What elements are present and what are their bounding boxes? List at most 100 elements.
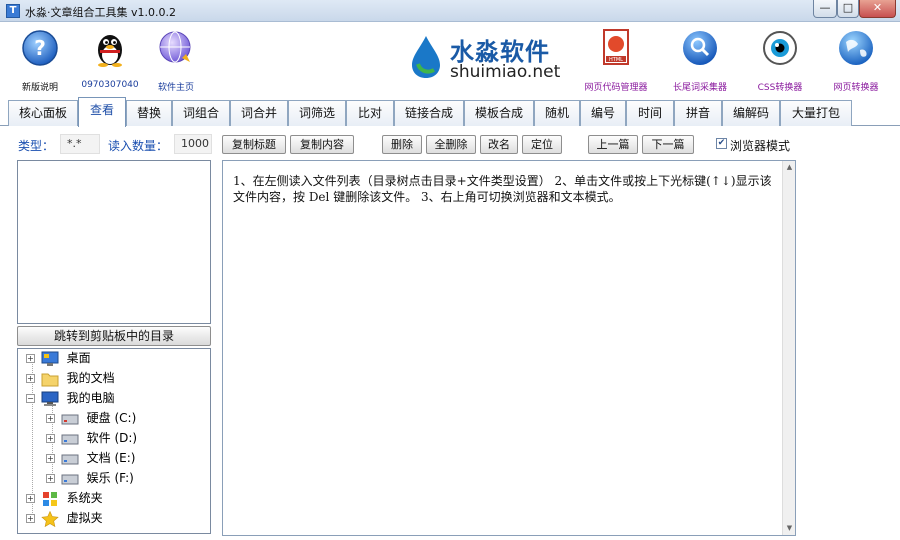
release-notes-tool[interactable]: ? 新版说明 [0, 28, 80, 93]
release-notes-label: 新版说明 [21, 83, 58, 93]
svg-text:?: ? [34, 36, 46, 60]
file-list[interactable] [17, 160, 211, 324]
tree-label: 我的文档 [66, 371, 115, 385]
tab-bulk-package[interactable]: 大量打包 [780, 100, 852, 126]
qq-penguin-icon [98, 35, 122, 67]
web-converter-tool[interactable]: 网页转换器 [816, 28, 896, 93]
drive-c-icon [61, 414, 79, 424]
jump-to-clipboard-dir-button[interactable]: 跳转到剪贴板中的目录 [17, 326, 211, 346]
close-button[interactable]: ✕ [859, 0, 896, 18]
tree-node-desktop[interactable]: + 桌面 [26, 349, 91, 367]
css-converter-label: CSS转换器 [757, 83, 803, 93]
html-manager-tool[interactable]: HTML 网页代码管理器 [576, 28, 656, 93]
svg-text:HTML: HTML [609, 57, 623, 63]
toolbar: ? 新版说明 0970307040 软件主页 水淼软件 shuimiao.net… [0, 22, 900, 96]
expand-icon[interactable]: + [46, 434, 55, 443]
scroll-down-icon[interactable]: ▼ [783, 522, 796, 535]
tab-bar: 核心面板 查看 替换 词组合 词合并 词筛选 比对 链接合成 模板合成 随机 编… [0, 96, 900, 127]
instructions-text: 1、在左侧读入文件列表（目录树点击目录+文件类型设置） 2、单击文件或按上下光标… [233, 174, 772, 204]
tab-replace[interactable]: 替换 [126, 100, 172, 126]
tab-word-combine[interactable]: 词组合 [172, 100, 230, 126]
longtail-collector-tool[interactable]: 长尾词采集器 [660, 28, 740, 93]
tree-node-drive-d[interactable]: + 软件 (D:) [46, 429, 137, 447]
title-bar: T 水淼·文章组合工具集 v1.0.0.2 — □ ✕ [0, 0, 900, 22]
expand-icon[interactable]: + [46, 474, 55, 483]
copy-title-button[interactable]: 复制标题 [222, 135, 286, 154]
expand-icon[interactable]: + [46, 414, 55, 423]
content-viewer[interactable]: 1、在左侧读入文件列表（目录树点击目录+文件类型设置） 2、单击文件或按上下光标… [222, 160, 796, 536]
folder-icon [41, 373, 59, 386]
tab-encode-decode[interactable]: 编解码 [722, 100, 780, 126]
desktop-icon [41, 351, 59, 366]
read-count-field[interactable]: 1000 [174, 134, 212, 154]
delete-button[interactable]: 删除 [382, 135, 422, 154]
tab-word-filter[interactable]: 词筛选 [288, 100, 346, 126]
tab-link-synthesis[interactable]: 链接合成 [394, 100, 464, 126]
tree-label: 软件 (D:) [86, 431, 138, 445]
app-icon: T [6, 4, 20, 18]
tab-numbering[interactable]: 编号 [580, 100, 626, 126]
drive-d-icon [61, 434, 79, 444]
tree-label: 文档 (E:) [86, 451, 136, 465]
browser-mode-checkbox[interactable]: ✔ [716, 138, 727, 149]
window-title: 水淼·文章组合工具集 v1.0.0.2 [25, 6, 176, 19]
tab-core-panel[interactable]: 核心面板 [8, 100, 78, 126]
locate-button[interactable]: 定位 [522, 135, 562, 154]
expand-icon[interactable]: + [26, 514, 35, 523]
longtail-collector-label: 长尾词采集器 [672, 83, 727, 93]
rename-button[interactable]: 改名 [480, 135, 518, 154]
brand-logo: 水淼软件 shuimiao.net [408, 32, 578, 82]
html-file-icon: HTML [603, 29, 629, 65]
tree-label: 系统夹 [66, 491, 103, 505]
copy-content-button[interactable]: 复制内容 [290, 135, 354, 154]
tree-label: 我的电脑 [66, 391, 115, 405]
minimize-button[interactable]: — [813, 0, 837, 18]
tab-view[interactable]: 查看 [78, 97, 126, 127]
computer-icon [41, 391, 59, 406]
drive-f-icon [61, 474, 79, 484]
css-converter-tool[interactable]: CSS转换器 [740, 28, 820, 93]
globe-icon [839, 31, 873, 65]
previous-article-button[interactable]: 上一篇 [588, 135, 638, 154]
vertical-scrollbar[interactable]: ▲ ▼ [782, 161, 795, 535]
tree-node-my-documents[interactable]: + 我的文档 [26, 369, 115, 387]
maximize-button[interactable]: □ [837, 0, 859, 18]
tree-node-system-folder[interactable]: + 系统夹 [26, 489, 103, 507]
expand-icon[interactable]: + [46, 454, 55, 463]
eye-icon [763, 31, 797, 65]
tab-time[interactable]: 时间 [626, 100, 674, 126]
tab-compare[interactable]: 比对 [346, 100, 394, 126]
web-converter-label: 网页转换器 [833, 83, 879, 93]
tab-pinyin[interactable]: 拼音 [674, 100, 722, 126]
expand-icon[interactable]: + [26, 354, 35, 363]
tree-node-drive-e[interactable]: + 文档 (E:) [46, 449, 135, 467]
expand-icon[interactable]: + [26, 374, 35, 383]
options-row: 类型： *.* 读入数量： 1000 复制标题 复制内容 删除 全删除 改名 定… [0, 127, 900, 159]
tree-label: 桌面 [66, 351, 91, 365]
scroll-up-icon[interactable]: ▲ [783, 161, 796, 174]
tree-node-drive-f[interactable]: + 娱乐 (F:) [46, 469, 134, 487]
homepage-tool[interactable]: 软件主页 [136, 28, 216, 93]
globe-home-icon [159, 31, 191, 63]
tab-word-merge[interactable]: 词合并 [230, 100, 288, 126]
drive-e-icon [61, 454, 79, 464]
read-count-label: 读入数量： [108, 139, 169, 153]
directory-tree[interactable]: + 桌面 + 我的文档 − 我的电脑 + 硬盘 (C:) + 软件 (D:) +… [17, 348, 211, 534]
expand-icon[interactable]: + [26, 494, 35, 503]
file-type-field[interactable]: *.* [60, 134, 100, 154]
html-manager-label: 网页代码管理器 [584, 83, 648, 93]
delete-all-button[interactable]: 全删除 [426, 135, 476, 154]
tree-label: 虚拟夹 [66, 511, 103, 525]
tree-node-virtual-folder[interactable]: + 虚拟夹 [26, 509, 103, 527]
tab-random[interactable]: 随机 [534, 100, 580, 126]
water-drop-logo-icon [412, 36, 440, 78]
tree-label: 娱乐 (F:) [86, 471, 134, 485]
collapse-icon[interactable]: − [26, 394, 35, 403]
help-icon: ? [22, 30, 58, 66]
tab-template-synthesis[interactable]: 模板合成 [464, 100, 534, 126]
next-article-button[interactable]: 下一篇 [642, 135, 694, 154]
type-label: 类型： [18, 139, 55, 153]
tree-node-drive-c[interactable]: + 硬盘 (C:) [46, 409, 136, 427]
tree-node-my-computer[interactable]: − 我的电脑 [26, 389, 115, 407]
logo-english-text: shuimiao.net [450, 62, 561, 82]
